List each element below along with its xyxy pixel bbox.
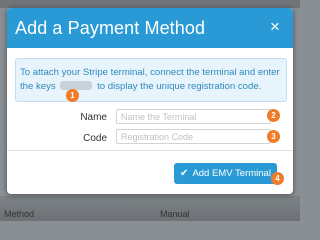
page-backdrop-top: [0, 0, 300, 8]
modal-header: Add a Payment Method ×: [7, 8, 293, 48]
payment-method-modal: Add a Payment Method × To attach your St…: [7, 8, 293, 194]
footer-divider: [7, 150, 293, 151]
callout-marker-2: 2: [267, 109, 280, 122]
callout-marker-4: 4: [271, 172, 284, 185]
name-input[interactable]: [116, 109, 271, 124]
page-backdrop-strip: [0, 196, 300, 221]
name-label: Name: [80, 112, 107, 123]
instructions-text-end: to display the unique registration code.: [97, 81, 262, 92]
obscured-keys: [60, 80, 93, 90]
instructions-box: To attach your Stripe terminal, connect …: [15, 58, 287, 102]
registration-code-input[interactable]: [116, 129, 271, 144]
callout-marker-3: 3: [267, 130, 280, 143]
check-icon: ✔: [180, 167, 189, 179]
code-label: Code: [83, 133, 107, 144]
background-label-method: Method: [4, 209, 35, 219]
add-emv-terminal-button[interactable]: ✔ Add EMV Terminal: [174, 163, 277, 184]
callout-marker-1: 1: [66, 89, 79, 102]
add-emv-terminal-label: Add EMV Terminal: [192, 168, 271, 179]
modal-title: Add a Payment Method: [15, 18, 206, 38]
close-icon[interactable]: ×: [266, 18, 284, 36]
background-label-manual: Manual: [160, 209, 190, 219]
instructions-text: To attach your Stripe terminal, connect …: [20, 66, 282, 94]
